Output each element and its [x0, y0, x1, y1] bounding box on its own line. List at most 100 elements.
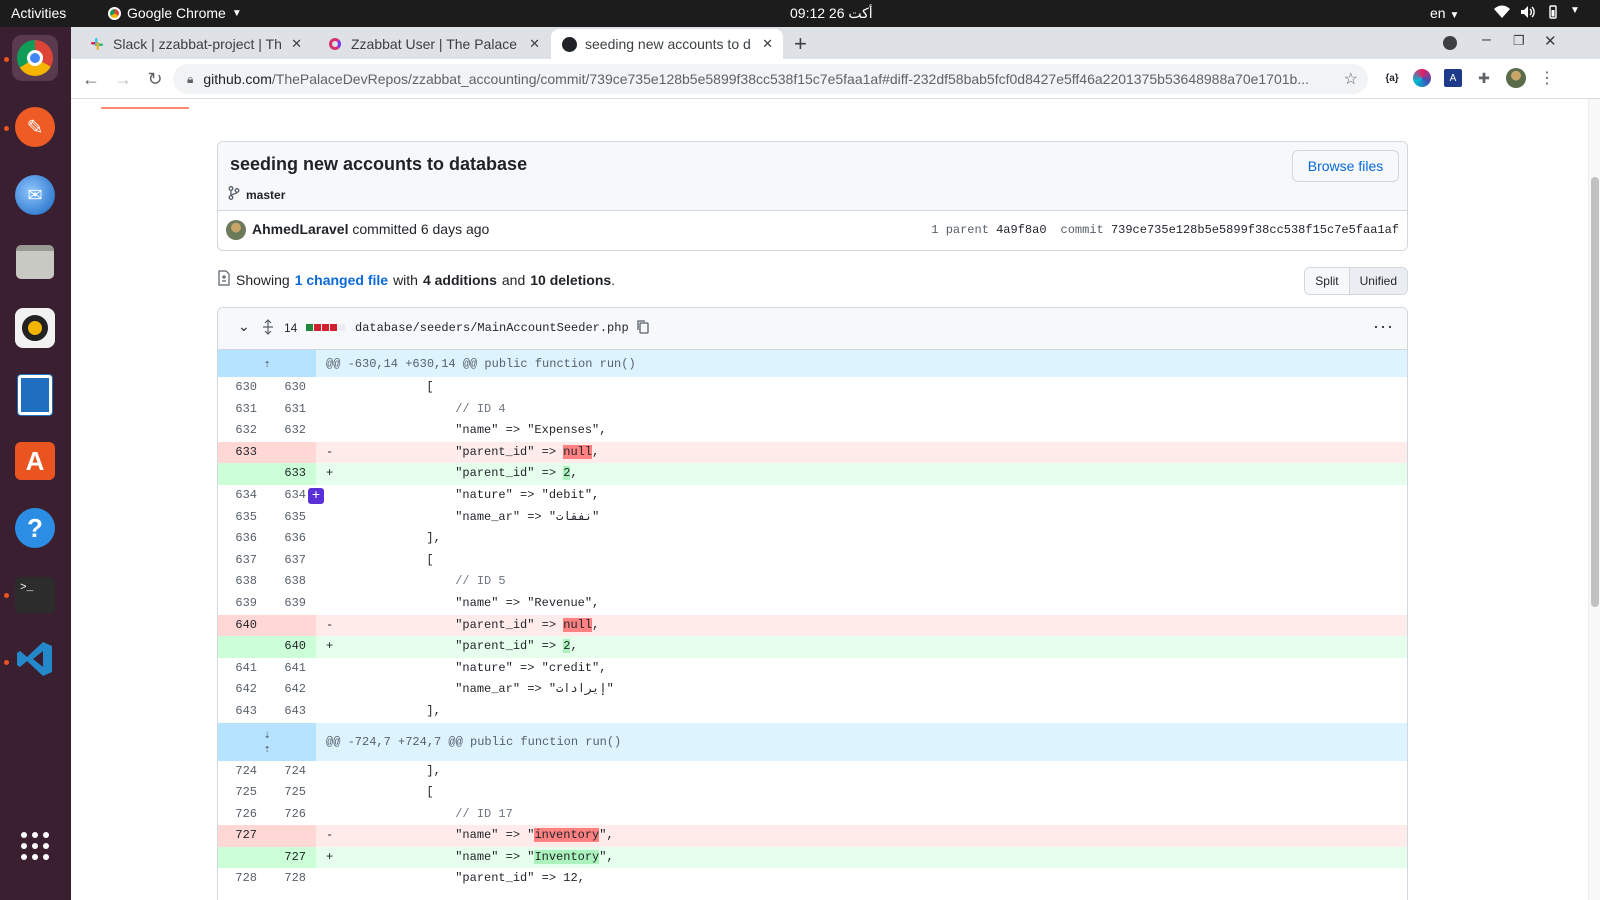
old-line-number[interactable]: 634: [218, 485, 267, 507]
old-line-number[interactable]: 728: [218, 868, 267, 890]
json-extension-icon[interactable]: {a}: [1383, 69, 1401, 87]
dock-rhythmbox[interactable]: [12, 305, 58, 351]
expand-all-icon[interactable]: [262, 319, 274, 335]
clock[interactable]: 09:12 26 أكت: [790, 5, 873, 22]
dock-thunderbird[interactable]: ✉: [12, 172, 58, 218]
new-line-number[interactable]: 640: [267, 636, 316, 658]
app-menu[interactable]: Google Chrome ▼: [108, 5, 242, 21]
old-line-number[interactable]: 632: [218, 420, 267, 442]
old-line-number[interactable]: 724: [218, 761, 267, 783]
new-line-number[interactable]: 728: [267, 868, 316, 890]
old-line-number[interactable]: 642: [218, 679, 267, 701]
scrollbar-thumb[interactable]: [1591, 177, 1599, 607]
author-name[interactable]: AhmedLaravel: [252, 221, 348, 237]
new-line-number[interactable]: 725: [267, 782, 316, 804]
minimize-icon[interactable]: –: [1482, 31, 1491, 49]
old-line-number[interactable]: 640: [218, 614, 267, 637]
close-icon[interactable]: ✕: [529, 36, 540, 52]
address-bar[interactable]: 🔒︎ github.com/ThePalaceDevRepos/zzabbat_…: [173, 64, 1368, 94]
add-comment-icon[interactable]: +: [308, 487, 324, 504]
old-line-number[interactable]: [218, 463, 267, 485]
dock-vscode[interactable]: [12, 638, 58, 684]
old-line-number[interactable]: 630: [218, 377, 267, 399]
old-line-number[interactable]: [218, 636, 267, 658]
close-window-icon[interactable]: ✕: [1544, 32, 1557, 50]
dock-chrome[interactable]: [12, 35, 58, 81]
old-line-number[interactable]: 631: [218, 399, 267, 421]
copy-icon[interactable]: [636, 319, 650, 335]
new-line-number[interactable]: 636: [267, 528, 316, 550]
new-line-number[interactable]: 727: [267, 846, 316, 869]
maximize-icon[interactable]: ❐: [1513, 33, 1525, 49]
profile-avatar-icon[interactable]: [1506, 68, 1526, 88]
new-line-number[interactable]: 641: [267, 658, 316, 680]
new-line-number[interactable]: 639: [267, 593, 316, 615]
kebab-menu-icon[interactable]: ···: [1373, 316, 1394, 337]
old-line-number[interactable]: 635: [218, 507, 267, 529]
back-icon[interactable]: ←: [79, 67, 103, 91]
old-line-number[interactable]: 637: [218, 550, 267, 572]
collapse-chevron-icon[interactable]: ⌄: [238, 318, 250, 335]
dock-help[interactable]: ?: [12, 505, 58, 551]
dock-files[interactable]: [12, 239, 58, 285]
unified-view-button[interactable]: Unified: [1348, 268, 1407, 294]
old-line-number[interactable]: 639: [218, 593, 267, 615]
show-applications-button[interactable]: [12, 825, 58, 871]
new-line-number[interactable]: 637: [267, 550, 316, 572]
file-path[interactable]: database/seeders/MainAccountSeeder.php: [355, 321, 629, 335]
new-line-number[interactable]: 642: [267, 679, 316, 701]
old-line-number[interactable]: 633: [218, 441, 267, 464]
old-line-number[interactable]: 643: [218, 701, 267, 723]
new-line-number[interactable]: 631: [267, 399, 316, 421]
language-indicator[interactable]: en ▼: [1430, 5, 1459, 21]
color-picker-extension-icon[interactable]: [1413, 69, 1431, 87]
new-line-number[interactable]: [267, 614, 316, 637]
reader-extension-icon[interactable]: A: [1444, 69, 1462, 87]
new-line-number[interactable]: [267, 825, 316, 847]
expand-up-icon[interactable]: ⇡: [218, 350, 316, 377]
avatar[interactable]: [226, 220, 246, 240]
dock-terminal[interactable]: >_: [12, 572, 58, 618]
new-line-number[interactable]: 724: [267, 761, 316, 783]
old-line-number[interactable]: 725: [218, 782, 267, 804]
bookmark-star-icon[interactable]: ☆: [1344, 69, 1358, 89]
expand-between-icon[interactable]: ⇣ ⇡: [218, 722, 316, 761]
dock-postman[interactable]: ✎: [12, 104, 58, 150]
changed-files-link[interactable]: 1 changed file: [295, 272, 388, 288]
tab-github-commit[interactable]: seeding new accounts to d ✕: [551, 29, 783, 59]
forward-icon[interactable]: →: [111, 67, 135, 91]
branch-name[interactable]: master: [246, 188, 285, 202]
close-icon[interactable]: ✕: [762, 36, 773, 52]
parent-sha[interactable]: 4a9f8a0: [996, 223, 1046, 237]
activities-button[interactable]: Activities: [11, 5, 66, 21]
new-line-number[interactable]: 630: [267, 377, 316, 399]
browse-files-button[interactable]: Browse files: [1292, 150, 1399, 182]
dock-libreoffice-writer[interactable]: [12, 372, 58, 418]
old-line-number[interactable]: 636: [218, 528, 267, 550]
chrome-menu-icon[interactable]: ⋮: [1538, 69, 1556, 87]
old-line-number[interactable]: 638: [218, 571, 267, 593]
page-scrollbar[interactable]: [1588, 99, 1600, 900]
tab-slack[interactable]: Slack | zzabbat-project | Th ✕: [79, 29, 312, 59]
reload-icon[interactable]: ↻: [143, 67, 167, 91]
system-tray[interactable]: ▼: [1494, 5, 1580, 22]
new-line-number[interactable]: 632: [267, 420, 316, 442]
old-line-number[interactable]: 727: [218, 825, 267, 847]
new-line-number[interactable]: [267, 441, 316, 464]
new-line-number[interactable]: 643: [267, 701, 316, 723]
extensions-puzzle-icon[interactable]: ✚: [1475, 69, 1493, 87]
tab-zzabbat[interactable]: Zzabbat User | The Palace ✕: [317, 29, 550, 59]
new-line-number[interactable]: 726: [267, 804, 316, 826]
new-line-number[interactable]: 633: [267, 463, 316, 485]
diff-line-context: 636 636 ],: [218, 528, 1407, 550]
close-icon[interactable]: ✕: [291, 36, 302, 52]
old-line-number[interactable]: 726: [218, 804, 267, 826]
old-line-number[interactable]: 641: [218, 658, 267, 680]
old-line-number[interactable]: [218, 846, 267, 869]
tab-search-icon[interactable]: [1443, 36, 1457, 50]
new-line-number[interactable]: 635: [267, 507, 316, 529]
dock-software[interactable]: A: [12, 438, 58, 484]
split-view-button[interactable]: Split: [1305, 268, 1349, 294]
new-line-number[interactable]: 638: [267, 571, 316, 593]
new-tab-icon[interactable]: +: [794, 31, 807, 57]
